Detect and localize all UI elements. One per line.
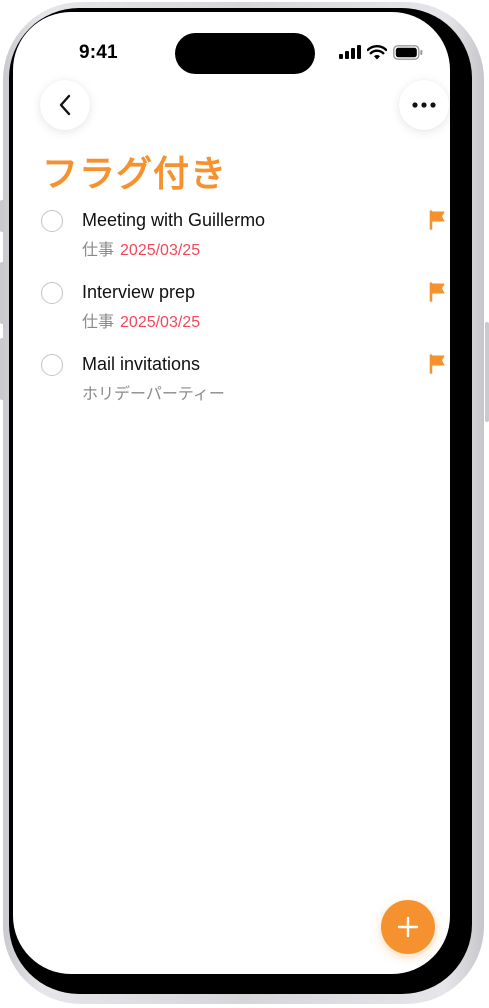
task-row[interactable]: Meeting with Guillermo 仕事 2025/03/25 (13, 208, 450, 280)
flag-icon[interactable] (427, 282, 447, 302)
status-icons (339, 44, 423, 60)
power-button (485, 322, 489, 422)
task-title: Mail invitations (82, 354, 201, 374)
back-button[interactable] (40, 80, 90, 130)
flag-icon[interactable] (427, 354, 447, 374)
action-button (0, 200, 4, 232)
wifi-icon (367, 44, 387, 59)
dynamic-island (175, 33, 315, 74)
volume-up-button (0, 262, 4, 324)
volume-down-button (0, 338, 4, 400)
task-row[interactable]: Mail invitations ホリデーパーティー (13, 352, 450, 424)
task-complete-checkbox[interactable] (41, 282, 63, 304)
task-complete-checkbox[interactable] (41, 354, 63, 376)
task-meta: 仕事 2025/03/25 (82, 236, 200, 260)
task-meta: 仕事 2025/03/25 (82, 308, 200, 332)
plus-icon (397, 916, 419, 938)
task-list-name: 仕事 (82, 242, 115, 259)
flag-icon[interactable] (427, 210, 447, 230)
task-title: Meeting with Guillermo (82, 210, 266, 230)
task-due-date: 2025/03/25 (120, 314, 201, 331)
task-complete-checkbox[interactable] (41, 210, 63, 232)
task-list-name: 仕事 (82, 314, 115, 331)
task-row[interactable]: Interview prep 仕事 2025/03/25 (13, 280, 450, 352)
status-time: 9:41 (79, 42, 118, 63)
screen: 9:41 フラグ付き Meeting with Guillermo 仕事 202… (13, 12, 450, 974)
add-task-button[interactable] (381, 900, 435, 954)
chevron-left-icon (59, 94, 71, 116)
more-button[interactable] (399, 80, 449, 130)
ellipsis-icon (412, 102, 436, 108)
page-title: フラグ付き (42, 153, 228, 194)
cellular-signal-icon (339, 45, 361, 59)
task-title: Interview prep (82, 282, 196, 302)
task-list: Meeting with Guillermo 仕事 2025/03/25 Inte… (13, 208, 450, 424)
task-due-date: 2025/03/25 (120, 242, 201, 259)
task-list-name: ホリデーパーティー (82, 386, 225, 403)
task-meta: ホリデーパーティー (82, 380, 225, 404)
battery-icon (393, 44, 423, 60)
